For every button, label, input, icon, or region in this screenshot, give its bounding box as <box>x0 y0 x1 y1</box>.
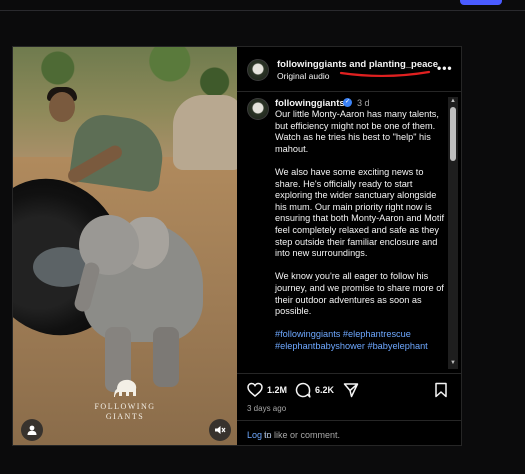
scroll-up-arrow-icon[interactable]: ▲ <box>448 97 458 105</box>
scroll-down-arrow-icon[interactable]: ▼ <box>448 359 458 367</box>
login-prompt: Log in to like or comment. <box>237 420 461 447</box>
mute-button[interactable] <box>209 419 231 441</box>
likes-count[interactable]: 1.2M <box>267 385 287 395</box>
caption-text: Our little Monty-Aaron has many talents,… <box>275 109 445 352</box>
adult-elephant <box>173 95 237 170</box>
post-side-panel: followinggiants and planting_peace Origi… <box>237 47 461 445</box>
tagged-users-button[interactable] <box>21 419 43 441</box>
scrollbar-thumb[interactable] <box>450 107 456 161</box>
watermark-text: FOLLOWING GIANTS <box>94 402 156 421</box>
bookmark-icon[interactable] <box>433 382 449 398</box>
caption-scrollbar[interactable]: ▲ ▼ <box>448 97 458 369</box>
hashtags-line[interactable]: #followinggiants #elephantrescue <box>275 329 445 341</box>
muted-speaker-icon <box>215 426 226 434</box>
caption-scroll-area[interactable]: followinggiants ✓ 3 d Our little Monty-A… <box>237 92 461 372</box>
post-video[interactable]: FOLLOWING GIANTS <box>13 47 237 445</box>
post-card: FOLLOWING GIANTS followinggiants and pla… <box>12 46 462 446</box>
caption-paragraph: Our little Monty-Aaron has many talents,… <box>275 109 439 154</box>
caption-time: 3 d <box>357 98 370 108</box>
post-date: 3 days ago <box>247 404 287 413</box>
caption-paragraph: We also have some exciting news to share… <box>275 166 445 259</box>
comment-icon[interactable] <box>295 382 311 398</box>
audio-label[interactable]: Original audio <box>277 71 329 81</box>
top-accent-button[interactable] <box>460 0 502 5</box>
comments-count[interactable]: 6.2K <box>315 385 334 395</box>
heart-icon[interactable] <box>247 382 263 398</box>
verified-badge-icon: ✓ <box>343 98 352 107</box>
caption-paragraph: We know you're all eager to follow his j… <box>275 271 444 317</box>
red-annotation-underline <box>339 70 431 77</box>
hashtags-line[interactable]: #elephantbabyshower #babyelephant <box>275 341 445 353</box>
elephant-logo-icon <box>114 379 137 397</box>
caption-author[interactable]: followinggiants <box>275 98 345 109</box>
author-avatar[interactable] <box>247 59 269 81</box>
caption-author-avatar[interactable] <box>247 98 269 120</box>
post-header: followinggiants and planting_peace Origi… <box>237 47 461 92</box>
share-icon[interactable] <box>343 382 359 398</box>
more-horizontal-icon: ••• <box>437 61 453 75</box>
more-options-button[interactable]: ••• <box>437 61 453 75</box>
post-actions: 1.2M 6.2K 3 days ago Log in to like or c… <box>237 373 461 446</box>
user-tag-icon <box>27 425 37 435</box>
mahout-head <box>49 92 75 122</box>
top-divider <box>0 10 525 11</box>
baby-elephant-leg <box>153 327 179 387</box>
login-prompt-text: to like or comment. <box>264 430 341 440</box>
